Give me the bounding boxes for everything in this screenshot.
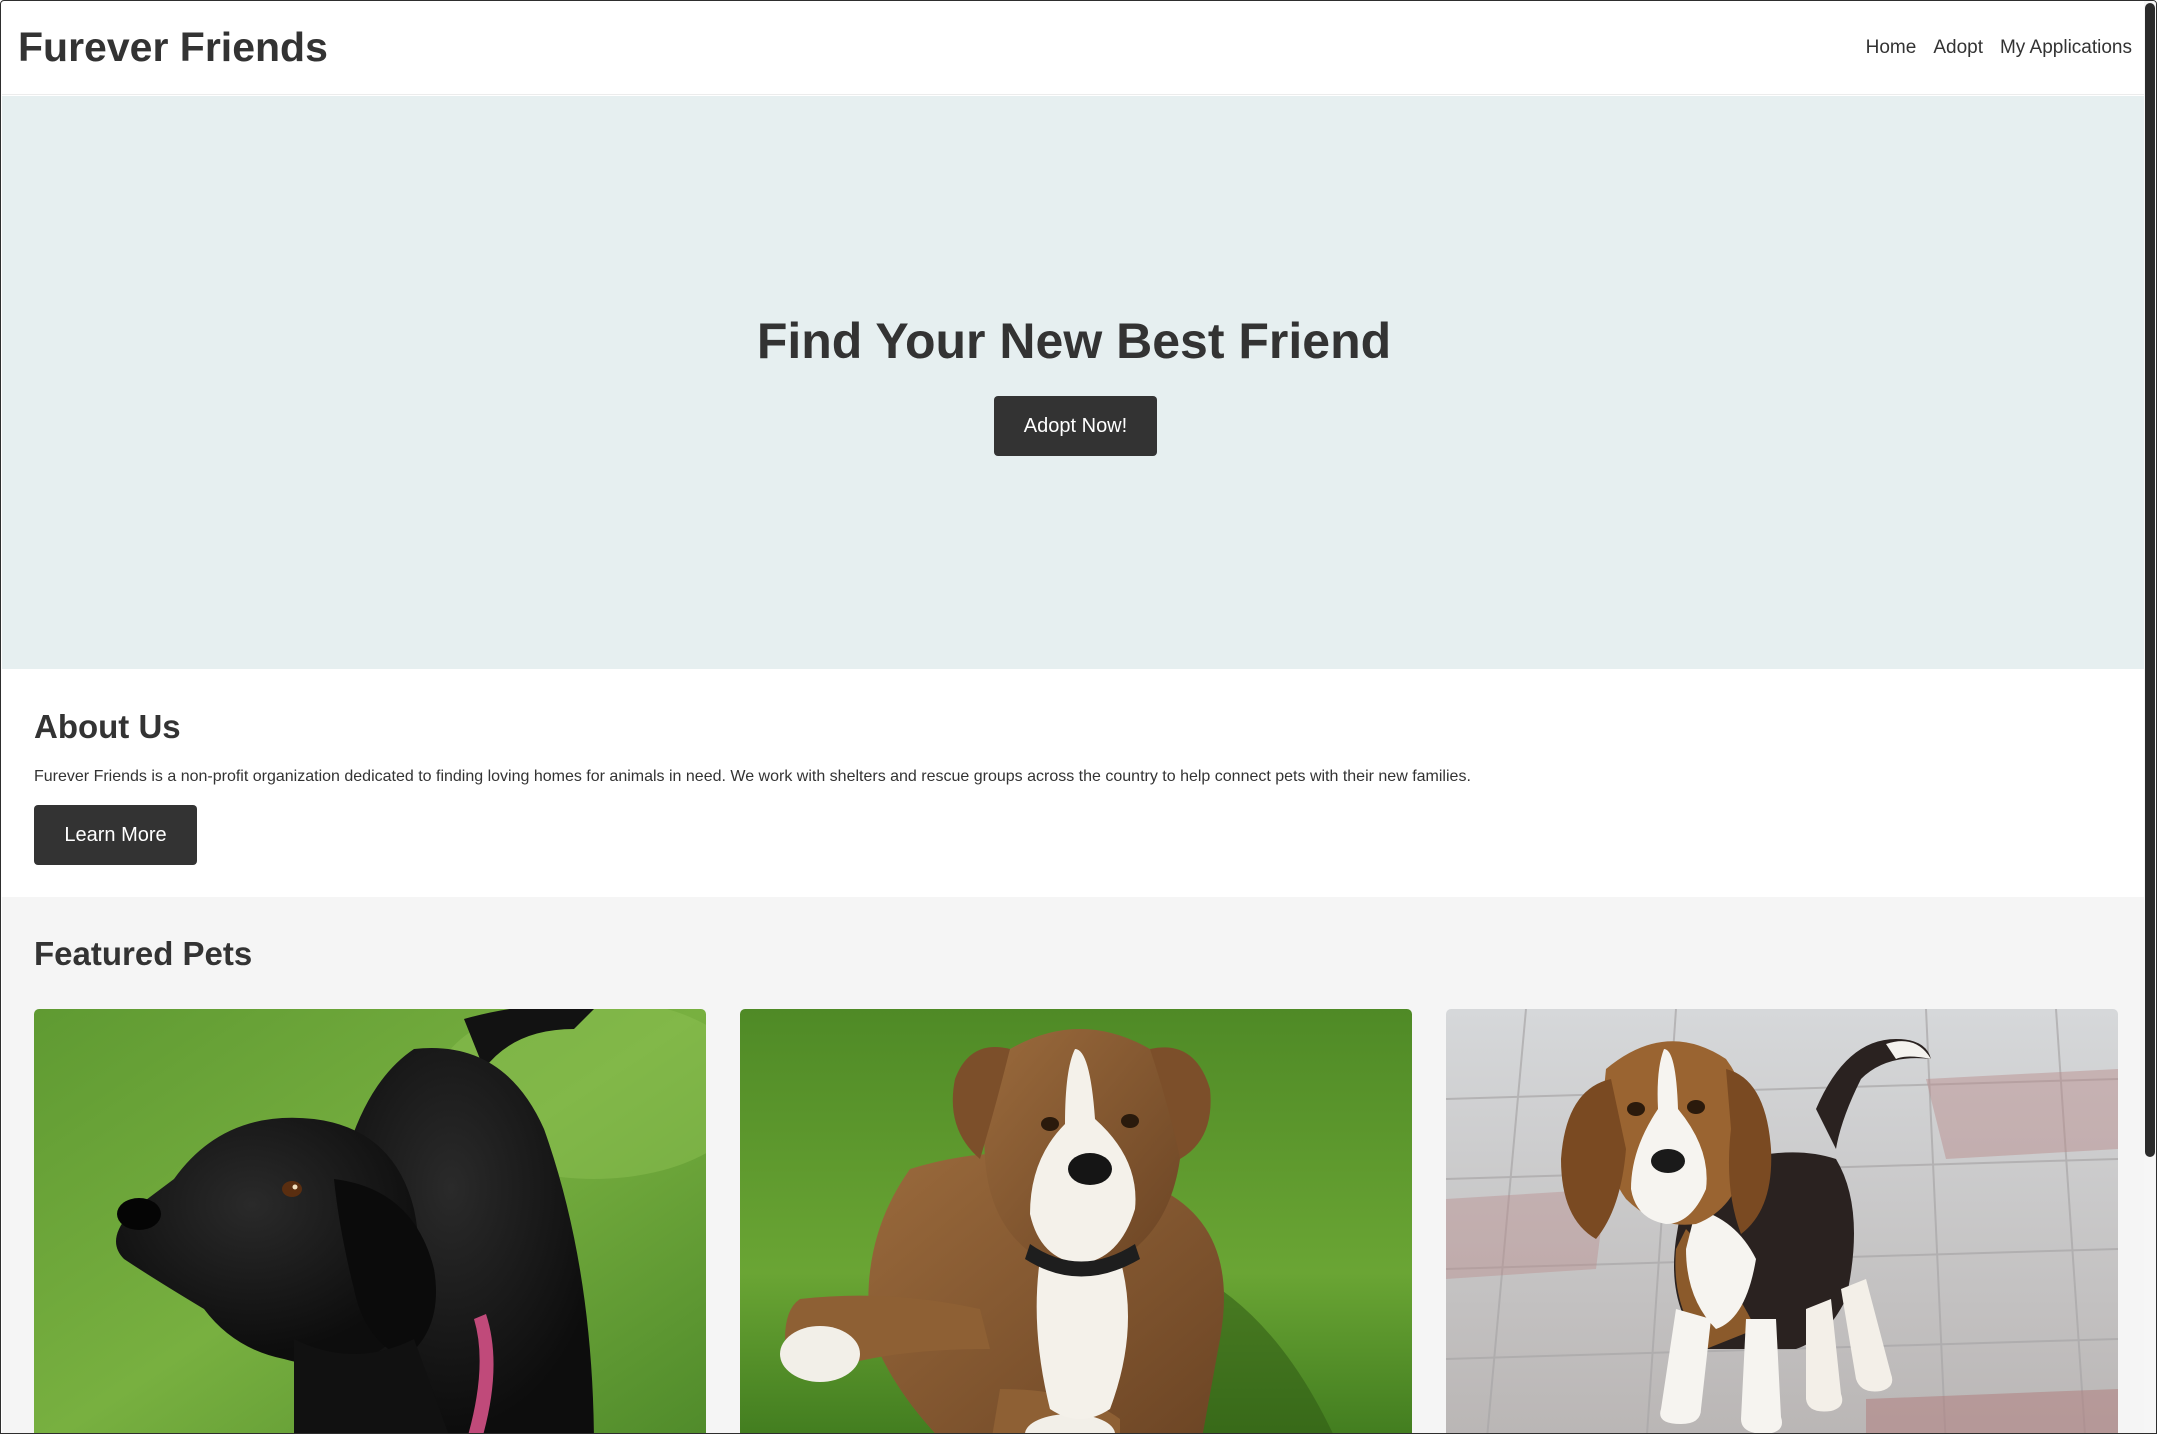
about-section: About Us Furever Friends is a non-profit…	[2, 669, 2146, 897]
nav-home[interactable]: Home	[1866, 37, 1917, 60]
hero-title: Find Your New Best Friend	[756, 313, 1392, 369]
adopt-now-button[interactable]: Adopt Now!	[994, 396, 1157, 456]
pet-card-black-labrador[interactable]	[34, 1009, 706, 1433]
beagle-puppy-image	[1446, 1009, 2118, 1433]
nav-adopt[interactable]: Adopt	[1933, 37, 1983, 60]
featured-heading: Featured Pets	[34, 935, 253, 972]
hero-section: Find Your New Best Friend Adopt Now!	[2, 96, 2146, 669]
scrollbar-thumb[interactable]	[2145, 3, 2155, 1157]
browser-viewport: Furever Friends Home Adopt My Applicatio…	[0, 0, 2157, 1434]
about-heading: About Us	[34, 708, 181, 745]
boxer-puppy-image	[740, 1009, 1412, 1433]
page-scrollbar[interactable]	[2144, 1, 2156, 1433]
nav-my-applications[interactable]: My Applications	[2000, 37, 2132, 60]
featured-pets-section: Featured Pets	[2, 897, 2146, 1433]
learn-more-button[interactable]: Learn More	[34, 805, 197, 865]
page: Furever Friends Home Adopt My Applicatio…	[2, 2, 2146, 1433]
site-header: Furever Friends Home Adopt My Applicatio…	[2, 2, 2146, 95]
pet-card-beagle-puppy[interactable]	[1446, 1009, 2118, 1433]
about-text: Furever Friends is a non-profit organiza…	[34, 768, 1471, 785]
black-labrador-image	[34, 1009, 706, 1433]
site-logo[interactable]: Furever Friends	[18, 24, 328, 71]
pet-card-boxer-puppy[interactable]	[740, 1009, 1412, 1433]
main-nav: Home Adopt My Applications	[1866, 37, 2132, 60]
